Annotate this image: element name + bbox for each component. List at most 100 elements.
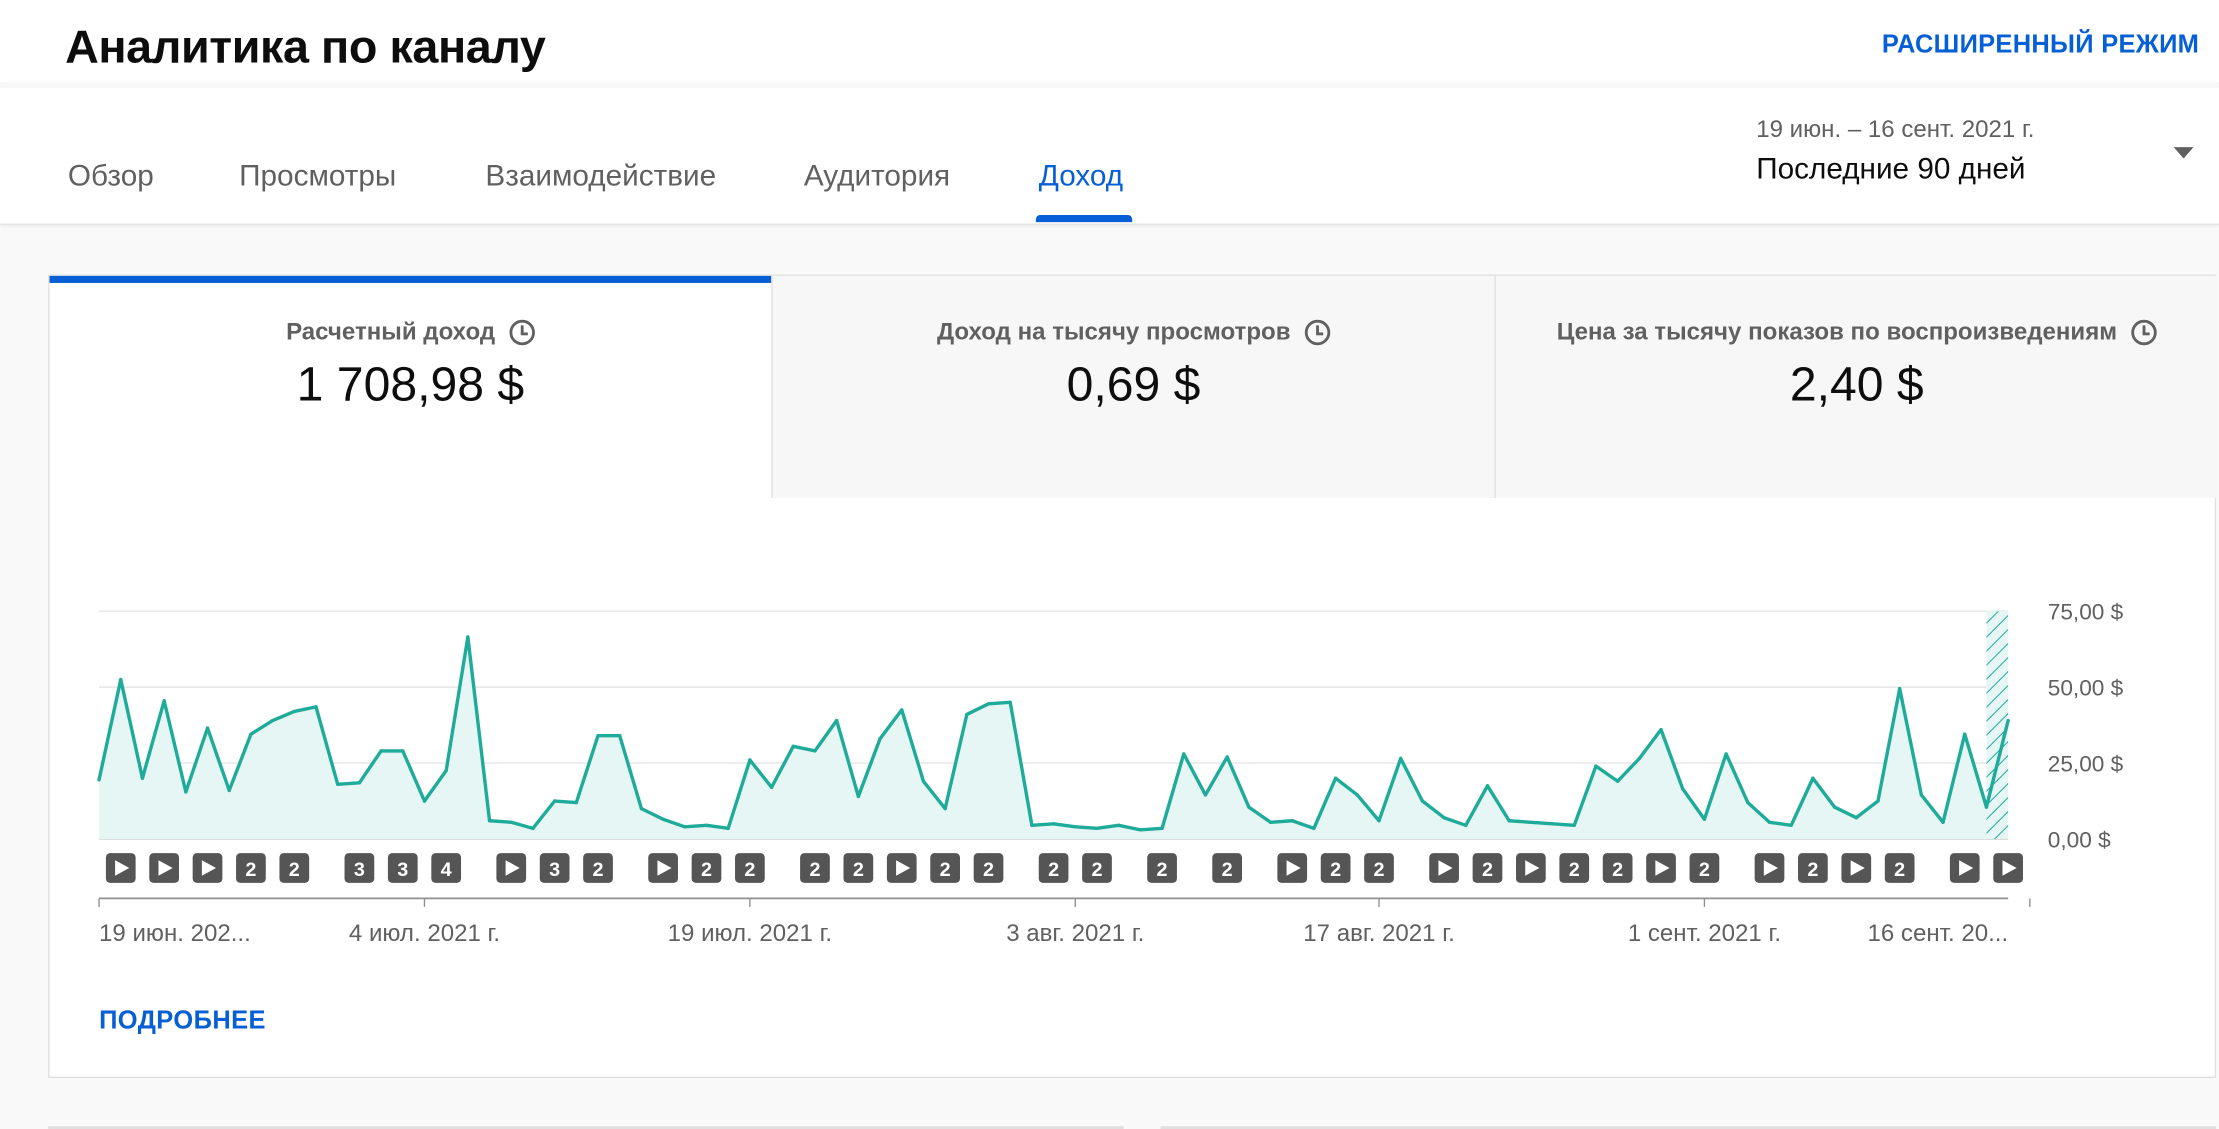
data-point — [1594, 764, 1598, 768]
tab-engagement[interactable]: Взаимодействие — [485, 160, 716, 194]
data-point — [748, 758, 752, 762]
data-point — [596, 734, 600, 738]
data-point — [1746, 800, 1750, 805]
data-point — [1377, 819, 1381, 823]
data-point — [1051, 822, 1056, 826]
data-point — [1030, 823, 1034, 828]
data-point — [1247, 805, 1251, 809]
x-axis: 19 июн. 202... 4 июл. 2021 г. 19 июл. 2021… — [98, 897, 2031, 947]
data-point — [1724, 752, 1728, 756]
data-point — [574, 800, 579, 805]
video-count-label: 2 — [289, 859, 300, 881]
data-point — [1767, 820, 1772, 824]
tab-revenue[interactable]: Доход — [1039, 160, 1123, 194]
active-tab-indicator — [1035, 215, 1133, 223]
video-count-label: 2 — [1157, 859, 1168, 881]
tab-audience[interactable]: Аудитория — [804, 160, 950, 194]
x-tick-label: 19 июн. 202... — [99, 920, 251, 947]
x-tick-label: 16 сент. 20... — [1868, 920, 2009, 947]
video-count-label: 3 — [549, 859, 560, 881]
data-point — [1008, 700, 1012, 704]
data-point — [1637, 756, 1642, 761]
video-count-label: 2 — [853, 859, 864, 881]
video-count-label: 3 — [397, 859, 408, 881]
y-tick-label: 0,00 $ — [2048, 827, 2111, 852]
y-axis: 75,00 $ 50,00 $ 25,00 $ 0,00 $ — [2048, 600, 2124, 853]
y-tick-label: 25,00 $ — [2048, 752, 2124, 777]
data-point — [1529, 820, 1533, 824]
advanced-mode-button[interactable]: РАСШИРЕННЫЙ РЕЖИМ — [1882, 30, 2199, 60]
data-point — [1854, 816, 1858, 820]
data-point — [1702, 817, 1707, 821]
data-point — [1485, 784, 1490, 788]
data-point — [791, 744, 795, 749]
data-point — [1550, 822, 1555, 826]
data-point — [227, 788, 231, 793]
data-point — [270, 718, 275, 723]
data-point — [2006, 718, 2010, 723]
data-point — [639, 806, 644, 811]
data-point — [1420, 799, 1425, 803]
data-point — [1507, 819, 1511, 823]
data-point — [1268, 820, 1273, 824]
data-point — [856, 794, 861, 799]
data-point — [1811, 776, 1815, 780]
data-point — [661, 817, 665, 821]
video-count-label: 2 — [1091, 859, 1102, 881]
data-point — [1789, 823, 1793, 828]
data-point — [422, 799, 427, 803]
video-count-label: 2 — [809, 859, 820, 881]
data-point — [921, 779, 926, 783]
data-point — [1399, 756, 1403, 761]
video-count-label: 2 — [1374, 859, 1385, 881]
data-point — [401, 749, 405, 753]
data-point — [509, 820, 513, 824]
data-point — [769, 785, 774, 790]
data-point — [1615, 779, 1620, 783]
data-point — [466, 635, 470, 639]
data-point — [1073, 825, 1077, 829]
data-point — [1116, 823, 1121, 828]
data-point — [1312, 826, 1316, 831]
video-count-label: 2 — [245, 859, 256, 881]
video-count-label: 2 — [940, 859, 951, 881]
data-point — [292, 709, 297, 714]
revenue-card: Расчетный доход 1 708,98 $ Доход на тыся… — [48, 274, 2218, 1079]
data-point — [1963, 732, 1967, 736]
data-point — [986, 702, 991, 706]
data-point — [335, 782, 340, 787]
data-point — [314, 705, 318, 709]
data-point — [162, 699, 166, 703]
x-tick-label: 17 авг. 2021 г. — [1303, 920, 1454, 947]
video-count-label: 3 — [354, 859, 365, 881]
data-point — [1138, 828, 1143, 832]
video-count-label: 2 — [1699, 859, 1710, 881]
data-point — [444, 768, 448, 773]
video-count-label: 2 — [593, 859, 604, 881]
data-point — [683, 825, 687, 829]
data-point — [531, 826, 535, 831]
x-tick-label: 1 сент. 2021 г. — [1628, 920, 1781, 947]
data-point — [1876, 799, 1880, 803]
date-range-picker[interactable]: 19 июн. – 16 сент. 2021 г. Последние 90 … — [1755, 116, 2208, 187]
video-count-label: 2 — [1894, 859, 1905, 881]
tab-views[interactable]: Просмотры — [239, 160, 396, 194]
data-point — [704, 823, 709, 828]
data-point — [205, 726, 210, 730]
data-point — [1442, 816, 1446, 820]
data-point — [1941, 820, 1945, 824]
data-point — [1182, 752, 1186, 756]
x-tick-label: 4 июл. 2021 г. — [349, 920, 500, 947]
data-point — [1095, 826, 1099, 831]
video-count-label: 2 — [1569, 859, 1580, 881]
data-point — [1225, 755, 1229, 759]
video-count-label: 2 — [1222, 859, 1233, 881]
data-point — [834, 718, 839, 723]
data-point — [813, 749, 817, 753]
video-count-label: 2 — [701, 859, 712, 881]
data-point — [249, 732, 253, 736]
data-point — [1355, 793, 1360, 797]
data-point — [1659, 727, 1663, 732]
see-more-link[interactable]: ПОДРОБНЕЕ — [99, 1006, 266, 1036]
tab-overview[interactable]: Обзор — [68, 160, 154, 194]
